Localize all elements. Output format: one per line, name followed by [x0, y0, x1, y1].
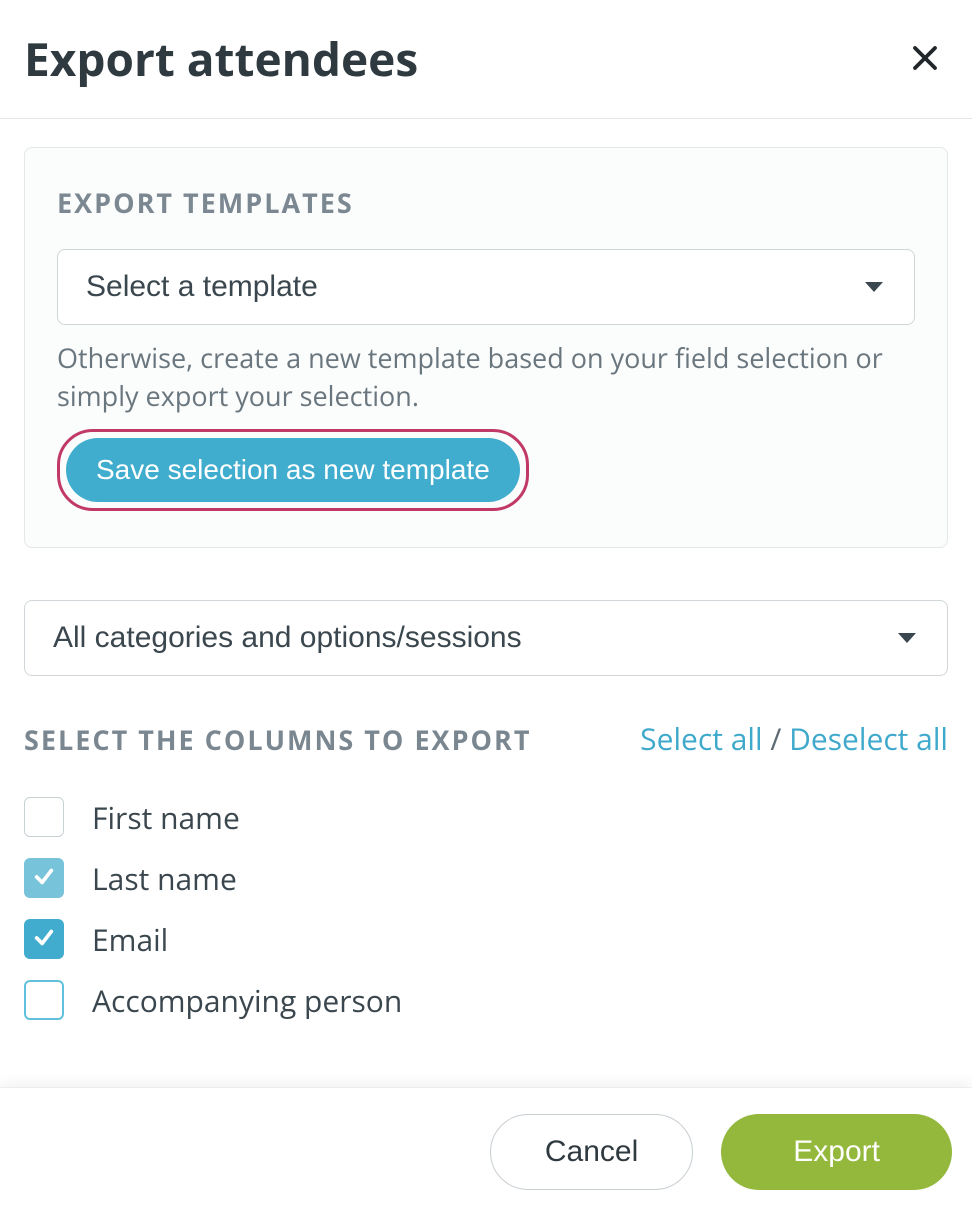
template-select-dropdown[interactable]: Select a template: [57, 249, 915, 325]
column-checkbox-accompanying-person[interactable]: [24, 980, 64, 1020]
close-icon: [910, 35, 940, 82]
column-checkbox-last-name[interactable]: [24, 858, 64, 898]
columns-checkbox-list: First name Last name Email: [24, 787, 948, 1031]
modal-footer: Cancel Export: [0, 1087, 972, 1216]
column-checkbox-email[interactable]: [24, 919, 64, 959]
export-templates-heading: EXPORT TEMPLATES: [57, 184, 915, 221]
select-links-group: Select all / Deselect all: [640, 718, 948, 759]
column-checkbox-first-name[interactable]: [24, 797, 64, 837]
export-button[interactable]: Export: [721, 1114, 952, 1190]
column-label: Accompanying person: [92, 980, 402, 1021]
link-separator: /: [763, 718, 790, 759]
template-helper-text: Otherwise, create a new template based o…: [57, 339, 915, 415]
cancel-button[interactable]: Cancel: [490, 1114, 693, 1190]
caret-down-icon: [862, 280, 886, 294]
modal-title: Export attendees: [24, 28, 418, 90]
save-template-highlight: Save selection as new template: [57, 429, 529, 511]
export-templates-panel: EXPORT TEMPLATES Select a template Other…: [24, 147, 948, 548]
template-select-value: Select a template: [86, 270, 318, 304]
select-all-link[interactable]: Select all: [640, 718, 762, 759]
check-icon: [33, 865, 55, 892]
column-item: Last name: [24, 848, 948, 909]
template-select-button[interactable]: Select a template: [57, 249, 915, 325]
column-label: Email: [92, 919, 168, 960]
caret-down-icon: [895, 631, 919, 645]
column-item: Accompanying person: [24, 970, 948, 1031]
check-icon: [33, 926, 55, 953]
columns-header-row: SELECT THE COLUMNS TO EXPORT Select all …: [24, 718, 948, 759]
deselect-all-link[interactable]: Deselect all: [789, 718, 948, 759]
column-label: First name: [92, 797, 240, 838]
category-select-button[interactable]: All categories and options/sessions: [24, 600, 948, 676]
columns-heading: SELECT THE COLUMNS TO EXPORT: [24, 721, 531, 758]
save-template-button[interactable]: Save selection as new template: [66, 438, 520, 502]
column-item: Email: [24, 909, 948, 970]
column-item: First name: [24, 787, 948, 848]
modal-body: EXPORT TEMPLATES Select a template Other…: [0, 119, 972, 1051]
modal-header: Export attendees: [0, 0, 972, 119]
close-button[interactable]: [902, 34, 948, 84]
category-dropdown[interactable]: All categories and options/sessions: [24, 600, 948, 676]
column-label: Last name: [92, 858, 237, 899]
category-select-value: All categories and options/sessions: [53, 621, 522, 655]
